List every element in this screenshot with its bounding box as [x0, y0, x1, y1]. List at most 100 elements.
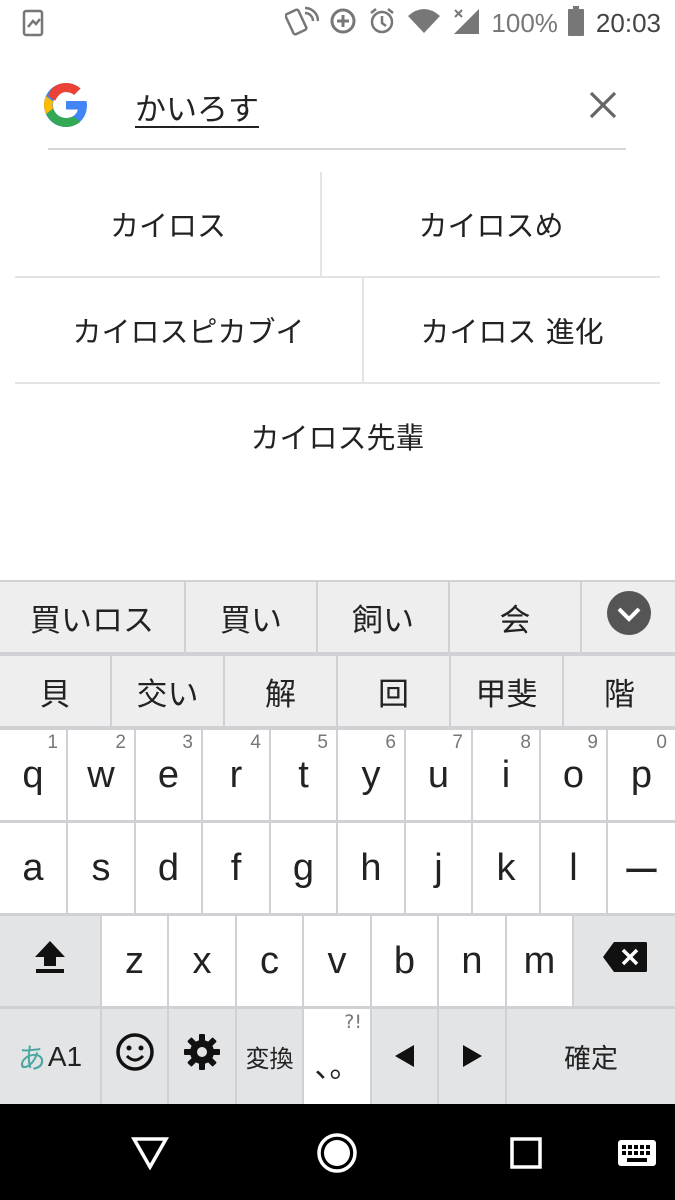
key-r[interactable]: 4r: [203, 730, 271, 820]
triangle-left-icon: [394, 1035, 416, 1078]
candidate-bar: 貝 交い 解 回 甲斐 階: [0, 656, 675, 726]
key-d[interactable]: d: [136, 823, 203, 913]
key-row: z x c v b n m: [0, 916, 675, 1006]
key-number-hint: 8: [520, 732, 531, 753]
key-t[interactable]: 5t: [271, 730, 338, 820]
suggestion-list: カイロス カイロスめ カイロスピカブイ カイロス 進化 カイロス先輩: [0, 172, 675, 484]
shift-key[interactable]: [0, 916, 102, 1006]
punctuation-hint: ?!: [344, 1011, 362, 1033]
mode-latin-label: A1: [47, 1040, 83, 1072]
key-l[interactable]: l: [541, 823, 608, 913]
suggestion-chip[interactable]: カイロスピカブイ: [15, 278, 362, 382]
key-label: p: [630, 753, 653, 796]
candidate-item[interactable]: 会: [450, 582, 582, 652]
key-f[interactable]: f: [203, 823, 271, 913]
convert-key[interactable]: 変換: [237, 1009, 304, 1104]
punctuation-key[interactable]: ?! 、。: [304, 1009, 372, 1104]
key-w[interactable]: 2w: [68, 730, 136, 820]
settings-key[interactable]: [169, 1009, 237, 1104]
key-m[interactable]: m: [507, 916, 574, 1006]
key-c[interactable]: c: [237, 916, 304, 1006]
key-n[interactable]: n: [439, 916, 507, 1006]
emoji-key[interactable]: [102, 1009, 169, 1104]
home-icon[interactable]: [314, 1130, 360, 1176]
suggestion-chip[interactable]: カイロスめ: [322, 172, 660, 276]
battery-icon: [567, 6, 584, 40]
shift-arrow-icon: [33, 939, 67, 983]
candidate-bar: 買いロス 買い 飼い 会: [0, 582, 675, 652]
key-g[interactable]: g: [271, 823, 338, 913]
backspace-icon: [602, 940, 648, 983]
keyboard-switch-icon[interactable]: [614, 1130, 660, 1176]
key-q[interactable]: 1q: [0, 730, 68, 820]
key-number-hint: 6: [385, 732, 396, 753]
alarm-icon: [367, 6, 397, 40]
expand-candidates-button[interactable]: [582, 582, 675, 652]
confirm-label: 確定: [564, 1044, 618, 1075]
key-z[interactable]: z: [102, 916, 169, 1006]
status-bar: 100% 20:03: [0, 0, 675, 46]
key-b[interactable]: b: [372, 916, 439, 1006]
key-label: w: [87, 753, 115, 796]
candidate-item[interactable]: 交い: [112, 656, 225, 726]
key-x[interactable]: x: [169, 916, 237, 1006]
key-number-hint: 7: [452, 732, 463, 753]
candidate-item[interactable]: 買い: [186, 582, 318, 652]
key-y[interactable]: 6y: [338, 730, 406, 820]
search-bar[interactable]: かいろす: [44, 66, 626, 150]
key-i[interactable]: 8i: [473, 730, 541, 820]
cursor-right-key[interactable]: [439, 1009, 507, 1104]
candidate-item[interactable]: 解: [225, 656, 338, 726]
key-number-hint: 0: [656, 732, 667, 753]
key-v[interactable]: v: [304, 916, 372, 1006]
key-label: u: [427, 753, 450, 796]
key-label: r: [229, 753, 243, 796]
key-number-hint: 5: [317, 732, 328, 753]
back-icon[interactable]: [127, 1130, 173, 1176]
key-u[interactable]: 7u: [406, 730, 473, 820]
triangle-right-icon: [461, 1035, 483, 1078]
key-o[interactable]: 9o: [541, 730, 608, 820]
cursor-left-key[interactable]: [372, 1009, 439, 1104]
key-row: 1q 2w 3e 4r 5t 6y 7u 8i 9o 0p: [0, 730, 675, 820]
input-mode-key[interactable]: あ A1: [0, 1009, 102, 1104]
key-long-vowel[interactable]: ー: [608, 823, 675, 913]
software-keyboard: 買いロス 買い 飼い 会 貝 交い 解 回 甲斐 階 1q 2w 3e 4r 5…: [0, 580, 675, 1104]
backspace-key[interactable]: [574, 916, 675, 1006]
key-j[interactable]: j: [406, 823, 473, 913]
candidate-item[interactable]: 甲斐: [451, 656, 564, 726]
clock: 20:03: [595, 7, 661, 38]
search-input[interactable]: かいろす: [135, 84, 259, 129]
key-row: a s d f g h j k l ー: [0, 823, 675, 913]
candidate-item[interactable]: 買いロス: [0, 582, 186, 652]
suggestion-chip[interactable]: カイロス 進化: [364, 278, 660, 382]
candidate-item[interactable]: 飼い: [318, 582, 450, 652]
key-a[interactable]: a: [0, 823, 68, 913]
gear-icon: [182, 1032, 222, 1082]
candidate-item[interactable]: 階: [564, 656, 675, 726]
key-h[interactable]: h: [338, 823, 406, 913]
recents-icon[interactable]: [503, 1130, 549, 1176]
convert-label: 変換: [245, 1045, 294, 1073]
key-number-hint: 4: [250, 732, 261, 753]
key-s[interactable]: s: [68, 823, 136, 913]
key-p[interactable]: 0p: [608, 730, 675, 820]
confirm-key[interactable]: 確定: [507, 1009, 675, 1104]
key-label: t: [298, 753, 309, 796]
suggestion-chip[interactable]: カイロス先輩: [15, 384, 660, 488]
close-icon[interactable]: [580, 82, 626, 128]
battery-percent: 100%: [491, 7, 558, 38]
navigation-bar: [0, 1104, 675, 1200]
data-saver-icon: [329, 7, 357, 39]
candidate-item[interactable]: 貝: [0, 656, 112, 726]
key-k[interactable]: k: [473, 823, 541, 913]
cellular-signal-icon: [451, 7, 481, 39]
key-e[interactable]: 3e: [136, 730, 203, 820]
key-number-hint: 3: [182, 732, 193, 753]
key-number-hint: 9: [587, 732, 598, 753]
key-number-hint: 1: [47, 732, 58, 753]
key-label: q: [22, 753, 44, 796]
suggestion-chip[interactable]: カイロス: [15, 172, 321, 276]
candidate-item[interactable]: 回: [338, 656, 451, 726]
key-label: y: [361, 753, 381, 796]
